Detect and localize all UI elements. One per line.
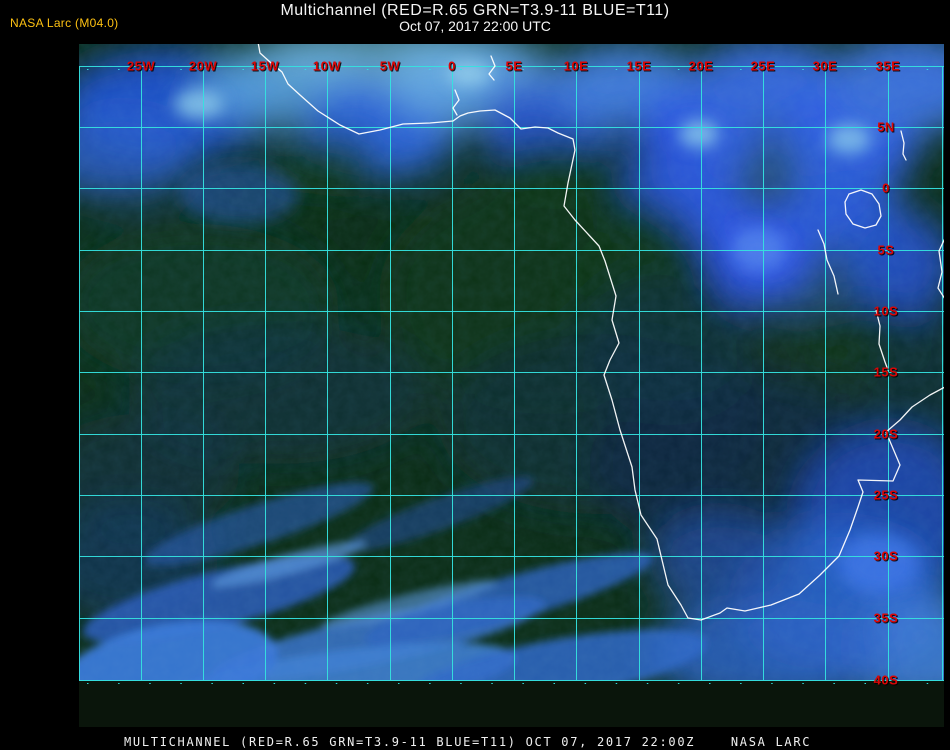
lon-label: 15W: [250, 58, 280, 74]
lon-label: 35E: [875, 58, 901, 74]
no-data-strip: [79, 681, 944, 727]
lat-label: 30S: [873, 548, 899, 564]
lat-label: 20S: [873, 426, 899, 442]
lat-label: 5N: [877, 119, 895, 135]
lon-label: 30E: [812, 58, 838, 74]
lat-label: 35S: [873, 610, 899, 626]
image-grain: [79, 44, 944, 727]
lon-label: 5E: [505, 58, 523, 74]
satellite-map: 25W 20W 15W 10W 5W 0 5E 10E 15E 20E 25E …: [79, 44, 944, 727]
lon-label: 0: [448, 58, 456, 74]
lat-label: 10S: [873, 303, 899, 319]
lat-label: 15S: [873, 364, 899, 380]
lon-label: 25W: [126, 58, 156, 74]
header-titles: Multichannel (RED=R.65 GRN=T3.9-11 BLUE=…: [0, 2, 950, 34]
lon-label: 10E: [563, 58, 589, 74]
footer-caption: MULTICHANNEL (RED=R.65 GRN=T3.9-11 BLUE=…: [124, 735, 812, 749]
map-title: Multichannel (RED=R.65 GRN=T3.9-11 BLUE=…: [280, 2, 670, 19]
map-timestamp: Oct 07, 2017 22:00 UTC: [399, 18, 551, 34]
lat-label: 40S: [873, 672, 899, 688]
lon-label: 25E: [750, 58, 776, 74]
lon-label: 20W: [188, 58, 218, 74]
satellite-image: [79, 44, 944, 727]
lat-label: 5S: [877, 242, 895, 258]
satellite-viewer-screen: NASA Larc (M04.0) Multichannel (RED=R.65…: [0, 0, 950, 750]
lon-label: 20E: [688, 58, 714, 74]
lon-label: 15E: [626, 58, 652, 74]
lat-label: 0: [882, 180, 890, 196]
lon-label: 10W: [312, 58, 342, 74]
lon-label: 5W: [379, 58, 401, 74]
lat-label: 25S: [873, 487, 899, 503]
